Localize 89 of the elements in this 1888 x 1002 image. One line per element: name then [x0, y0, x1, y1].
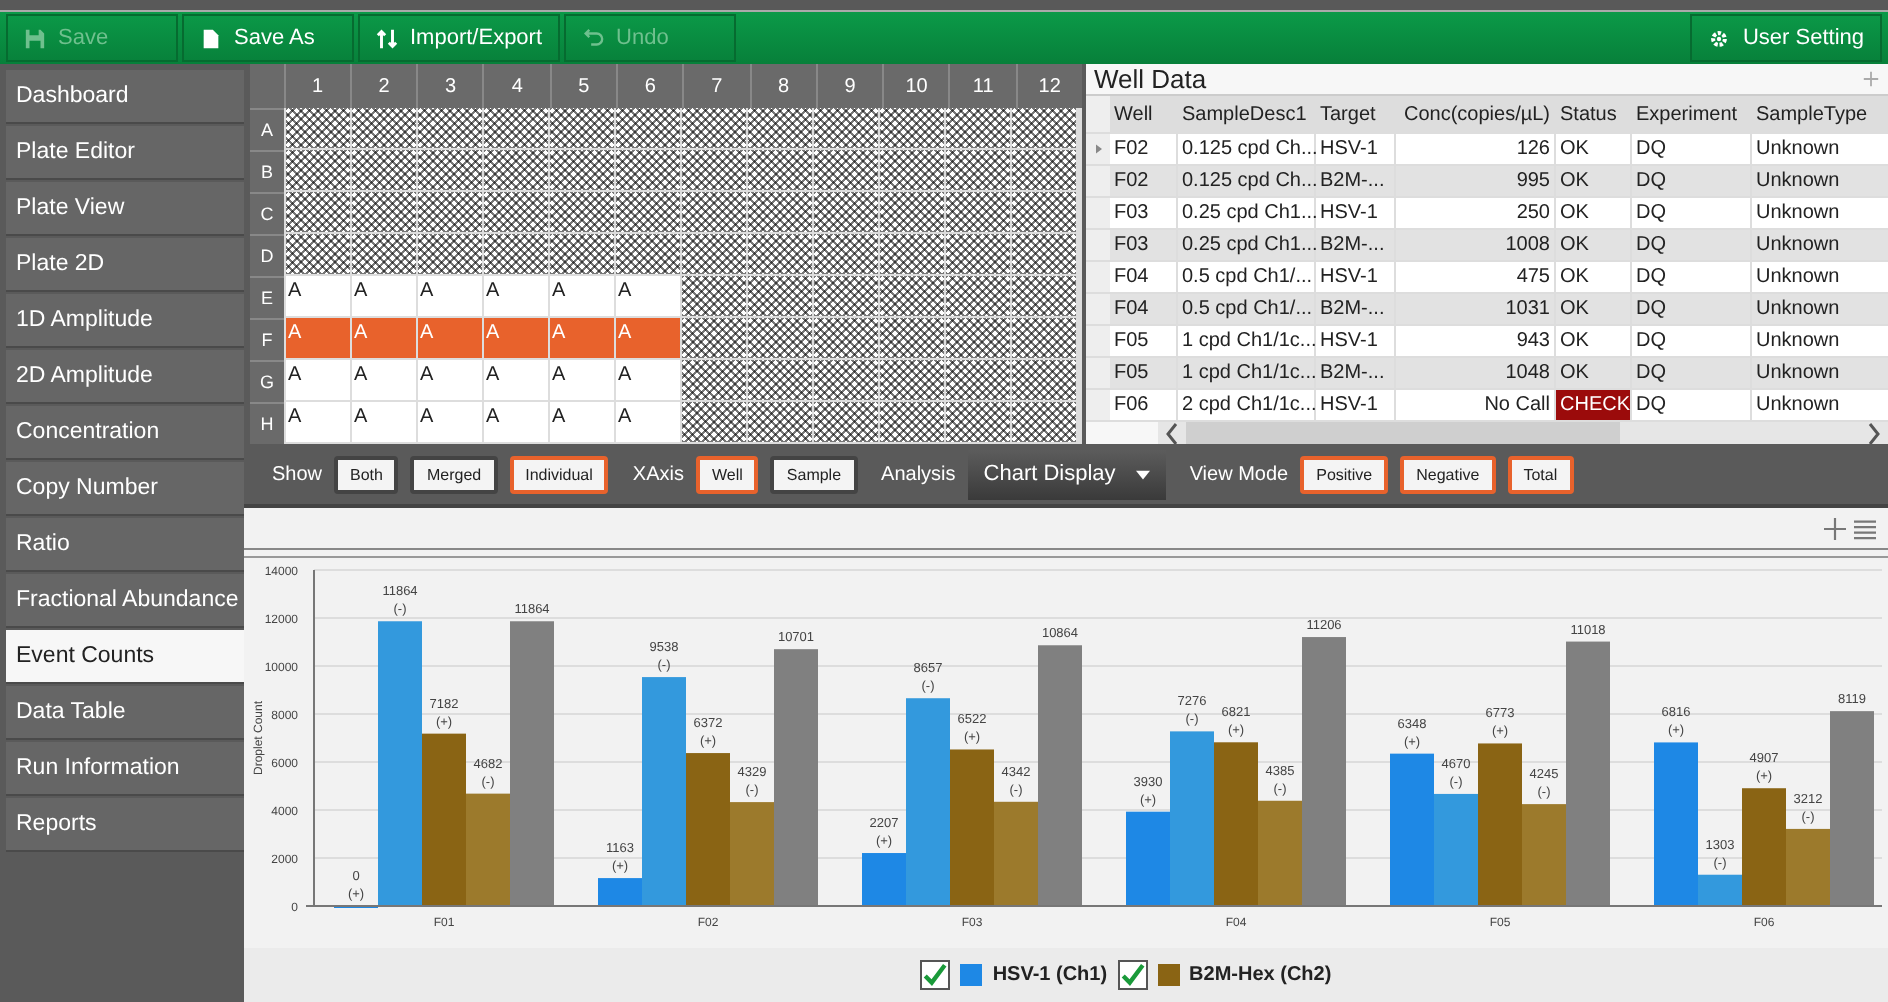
table-cell: F03 — [1110, 230, 1178, 260]
table-cell: CHECK — [1556, 390, 1632, 420]
column-header: 8 — [749, 64, 816, 108]
control-label: View Mode — [1189, 463, 1289, 485]
table-cell: F02 — [1110, 134, 1178, 164]
table-cell: DQ — [1632, 326, 1752, 356]
table-cell: DQ — [1632, 198, 1752, 228]
table-cell: OK — [1556, 198, 1632, 228]
table-cell: Unknown — [1752, 326, 1888, 356]
table-cell: B2M-... — [1316, 358, 1396, 388]
table-cell: 475 — [1396, 262, 1556, 292]
row-header: G — [250, 360, 284, 402]
table-cell: B2M-... — [1316, 230, 1396, 260]
table-cell: 0.25 cpd Ch1... — [1178, 198, 1316, 228]
table-cell: DQ — [1632, 166, 1752, 196]
table-cell: F04 — [1110, 262, 1178, 292]
row-header: B — [250, 150, 284, 192]
table-cell: 943 — [1396, 326, 1556, 356]
table-cell: OK — [1556, 262, 1632, 292]
table-cell: Unknown — [1752, 390, 1888, 420]
table-cell: 1048 — [1396, 358, 1556, 388]
table-cell: F05 — [1110, 358, 1178, 388]
table-cell: 995 — [1396, 166, 1556, 196]
table-cell: F04 — [1110, 294, 1178, 324]
table-cell: 0.125 cpd Ch... — [1178, 166, 1316, 196]
table-cell: Unknown — [1752, 230, 1888, 260]
control-label: Analysis — [881, 463, 956, 485]
legend-label: B2M-Hex (Ch2) — [1189, 964, 1332, 986]
table-cell: DQ — [1632, 134, 1752, 164]
column-header: 11 — [948, 64, 1016, 108]
table-cell: Unknown — [1752, 134, 1888, 164]
table-cell: OK — [1556, 326, 1632, 356]
row-header: A — [250, 108, 284, 150]
column-header: 12 — [1015, 64, 1082, 108]
table-cell: 0.5 cpd Ch1/... — [1178, 294, 1316, 324]
table-cell: B2M-... — [1316, 166, 1396, 196]
table-cell: Unknown — [1752, 294, 1888, 324]
column-header: 4 — [482, 64, 550, 108]
table-cell: OK — [1556, 358, 1632, 388]
row-header: H — [250, 402, 284, 444]
table-cell: OK — [1556, 134, 1632, 164]
table-cell: 250 — [1396, 198, 1556, 228]
table-cell: 1008 — [1396, 230, 1556, 260]
table-cell: HSV-1 — [1316, 198, 1396, 228]
column-header: 7 — [682, 64, 750, 108]
table-cell: DQ — [1632, 230, 1752, 260]
table-cell: Unknown — [1752, 198, 1888, 228]
control-label: XAxis — [632, 463, 684, 485]
table-cell: 2 cpd Ch1/1c... — [1178, 390, 1316, 420]
table-cell: F03 — [1110, 198, 1178, 228]
column-header: 3 — [416, 64, 483, 108]
control-label: Show — [272, 463, 323, 485]
row-header: C — [250, 192, 284, 234]
column-header: 10 — [882, 64, 949, 108]
table-cell: DQ — [1632, 262, 1752, 292]
table-cell: DQ — [1632, 358, 1752, 388]
table-cell: F05 — [1110, 326, 1178, 356]
table-cell: HSV-1 — [1316, 390, 1396, 420]
row-header: E — [250, 276, 284, 318]
table-cell: HSV-1 — [1316, 262, 1396, 292]
table-cell: Unknown — [1752, 358, 1888, 388]
table-cell: F02 — [1110, 166, 1178, 196]
table-cell: OK — [1556, 230, 1632, 260]
table-cell: F06 — [1110, 390, 1178, 420]
column-header: 5 — [549, 64, 617, 108]
table-cell: OK — [1556, 166, 1632, 196]
table-cell: B2M-... — [1316, 294, 1396, 324]
table-cell: 126 — [1396, 134, 1556, 164]
row-header: F — [250, 318, 284, 360]
table-cell: 1031 — [1396, 294, 1556, 324]
table-cell: 0.25 cpd Ch1... — [1178, 230, 1316, 260]
panel-title: Well Data — [1094, 64, 1207, 94]
column-header: 1 — [283, 64, 350, 108]
table-cell: 0.125 cpd Ch... — [1178, 134, 1316, 164]
table-cell: 0.5 cpd Ch1/... — [1178, 262, 1316, 292]
table-cell: Unknown — [1752, 166, 1888, 196]
table-cell: DQ — [1632, 390, 1752, 420]
table-cell: HSV-1 — [1316, 326, 1396, 356]
table-cell: HSV-1 — [1316, 134, 1396, 164]
row-header: D — [250, 234, 284, 276]
table-cell: Unknown — [1752, 262, 1888, 292]
table-cell: OK — [1556, 294, 1632, 324]
column-header: 9 — [815, 64, 883, 108]
table-cell: 1 cpd Ch1/1c... — [1178, 326, 1316, 356]
column-header: 2 — [349, 64, 417, 108]
column-header: 6 — [616, 64, 683, 108]
legend-label: HSV-1 (Ch1) — [992, 964, 1108, 986]
table-cell: DQ — [1632, 294, 1752, 324]
table-cell: 1 cpd Ch1/1c... — [1178, 358, 1316, 388]
